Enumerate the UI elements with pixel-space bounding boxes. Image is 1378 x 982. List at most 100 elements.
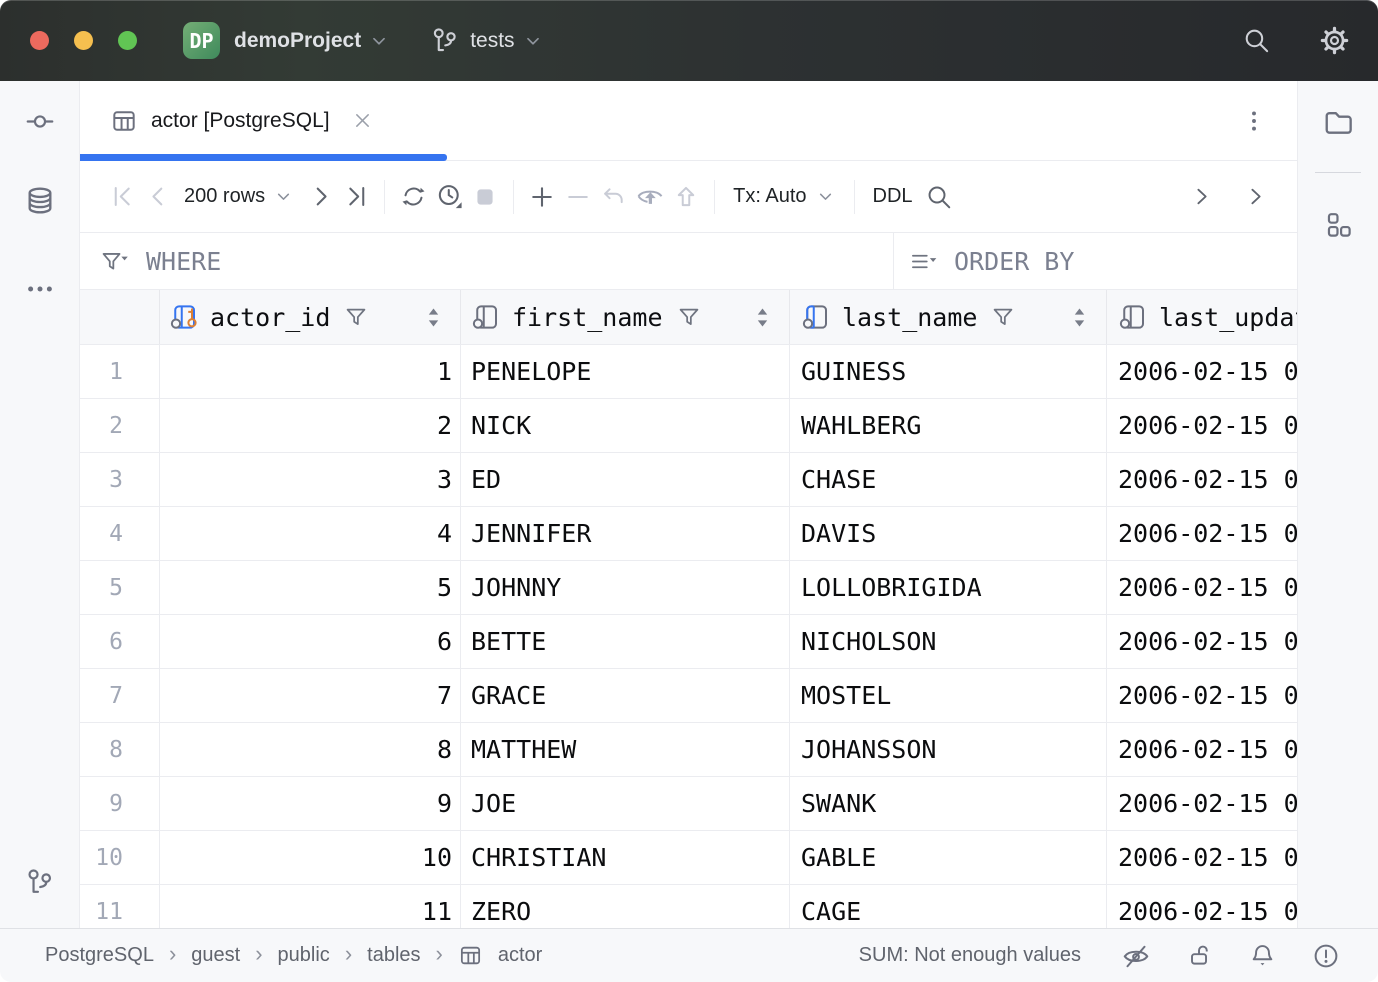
- find-in-grid-icon[interactable]: [921, 180, 957, 214]
- column-filter-icon[interactable]: [343, 304, 369, 330]
- cell-first-name[interactable]: GRACE: [461, 669, 790, 722]
- commit-tool-icon[interactable]: [24, 106, 55, 137]
- column-sort-icon[interactable]: [756, 306, 769, 329]
- where-filter-input[interactable]: WHERE: [80, 233, 893, 289]
- cell-last-name[interactable]: JOHANSSON: [790, 723, 1107, 776]
- cell-last-update[interactable]: 2006-02-15 0: [1107, 885, 1297, 928]
- cell-actor-id[interactable]: 9: [160, 777, 461, 830]
- cell-first-name[interactable]: ED: [461, 453, 790, 506]
- branch-name[interactable]: tests: [470, 29, 514, 53]
- cell-actor-id[interactable]: 6: [160, 615, 461, 668]
- cell-last-update[interactable]: 2006-02-15 0: [1107, 669, 1297, 722]
- cell-last-update[interactable]: 2006-02-15 0: [1107, 399, 1297, 452]
- cell-actor-id[interactable]: 3: [160, 453, 461, 506]
- toolbar-overflow-chevron-icon[interactable]: [1183, 180, 1219, 214]
- column-header-last-name[interactable]: last_name: [790, 290, 1107, 344]
- column-sort-icon[interactable]: [1073, 306, 1086, 329]
- row-number[interactable]: 2: [80, 399, 160, 452]
- settings-gear-icon[interactable]: [1319, 25, 1350, 56]
- cell-last-name[interactable]: WAHLBERG: [790, 399, 1107, 452]
- cell-last-name[interactable]: GUINESS: [790, 345, 1107, 398]
- row-number[interactable]: 1: [80, 345, 160, 398]
- cell-actor-id[interactable]: 4: [160, 507, 461, 560]
- database-tool-icon[interactable]: [23, 184, 56, 217]
- preview-pending-changes-icon[interactable]: [632, 180, 668, 214]
- cell-first-name[interactable]: MATTHEW: [461, 723, 790, 776]
- column-filter-icon[interactable]: [990, 304, 1016, 330]
- cell-first-name[interactable]: ZERO: [461, 885, 790, 928]
- add-row-button[interactable]: [524, 180, 560, 214]
- cell-first-name[interactable]: BETTE: [461, 615, 790, 668]
- next-page-button[interactable]: [302, 180, 338, 214]
- cell-actor-id[interactable]: 8: [160, 723, 461, 776]
- last-page-button[interactable]: [338, 180, 374, 214]
- tab-options-kebab-icon[interactable]: [1241, 108, 1267, 134]
- schedule-refresh-clock-icon[interactable]: [431, 180, 467, 214]
- cell-last-name[interactable]: SWANK: [790, 777, 1107, 830]
- minimize-window-button[interactable]: [74, 31, 93, 50]
- cell-actor-id[interactable]: 5: [160, 561, 461, 614]
- row-number[interactable]: 11: [80, 885, 160, 928]
- order-by-input[interactable]: ORDER BY: [893, 233, 1297, 289]
- project-chevron-down-icon[interactable]: [368, 30, 390, 52]
- cell-last-update[interactable]: 2006-02-15 0: [1107, 615, 1297, 668]
- ddl-button[interactable]: DDL: [873, 185, 913, 208]
- cell-actor-id[interactable]: 7: [160, 669, 461, 722]
- cell-last-update[interactable]: 2006-02-15 0: [1107, 723, 1297, 776]
- more-tools-icon[interactable]: [25, 274, 55, 304]
- cell-last-name[interactable]: CAGE: [790, 885, 1107, 928]
- column-header-actor-id[interactable]: actor_id: [160, 290, 461, 344]
- close-tab-icon[interactable]: [352, 110, 373, 131]
- cell-last-name[interactable]: GABLE: [790, 831, 1107, 884]
- breadcrumb-item-table[interactable]: actor: [498, 944, 542, 967]
- cell-first-name[interactable]: NICK: [461, 399, 790, 452]
- row-number[interactable]: 5: [80, 561, 160, 614]
- cell-actor-id[interactable]: 2: [160, 399, 461, 452]
- cell-first-name[interactable]: JOE: [461, 777, 790, 830]
- hide-toolbar-chevron-icon[interactable]: [1237, 180, 1273, 214]
- git-tool-icon[interactable]: [24, 867, 55, 898]
- cell-first-name[interactable]: JOHNNY: [461, 561, 790, 614]
- cell-last-update[interactable]: 2006-02-15 0: [1107, 831, 1297, 884]
- row-number[interactable]: 7: [80, 669, 160, 722]
- column-header-last-update[interactable]: last_update: [1107, 290, 1297, 344]
- row-number[interactable]: 10: [80, 831, 160, 884]
- page-size-selector[interactable]: 200 rows: [184, 185, 294, 208]
- row-number[interactable]: 6: [80, 615, 160, 668]
- refresh-icon[interactable]: [395, 180, 431, 214]
- cell-last-name[interactable]: CHASE: [790, 453, 1107, 506]
- cell-last-name[interactable]: DAVIS: [790, 507, 1107, 560]
- cell-last-update[interactable]: 2006-02-15 0: [1107, 777, 1297, 830]
- notifications-bell-icon[interactable]: [1248, 941, 1277, 970]
- error-exclamation-icon[interactable]: [1311, 941, 1341, 971]
- column-filter-icon[interactable]: [676, 304, 702, 330]
- cell-actor-id[interactable]: 10: [160, 831, 461, 884]
- row-number[interactable]: 4: [80, 507, 160, 560]
- row-number[interactable]: 3: [80, 453, 160, 506]
- cell-last-update[interactable]: 2006-02-15 0: [1107, 345, 1297, 398]
- breadcrumb-item-datasource[interactable]: PostgreSQL: [45, 944, 154, 967]
- aggregate-status-text[interactable]: SUM: Not enough values: [859, 944, 1081, 967]
- column-header-first-name[interactable]: first_name: [461, 290, 790, 344]
- transaction-mode-selector[interactable]: Tx: Auto: [733, 185, 835, 208]
- cell-last-update[interactable]: 2006-02-15 0: [1107, 453, 1297, 506]
- tab-actor-postgresql[interactable]: actor [PostgreSQL]: [110, 107, 373, 135]
- project-name[interactable]: demoProject: [234, 29, 361, 53]
- cell-actor-id[interactable]: 1: [160, 345, 461, 398]
- cell-last-name[interactable]: LOLLOBRIGIDA: [790, 561, 1107, 614]
- cell-last-name[interactable]: MOSTEL: [790, 669, 1107, 722]
- cell-first-name[interactable]: CHRISTIAN: [461, 831, 790, 884]
- cell-last-update[interactable]: 2006-02-15 0: [1107, 507, 1297, 560]
- cell-last-name[interactable]: NICHOLSON: [790, 615, 1107, 668]
- cell-actor-id[interactable]: 11: [160, 885, 461, 928]
- zoom-window-button[interactable]: [118, 31, 137, 50]
- cell-first-name[interactable]: JENNIFER: [461, 507, 790, 560]
- breadcrumb-item-database[interactable]: guest: [191, 944, 240, 967]
- row-number[interactable]: 9: [80, 777, 160, 830]
- row-number[interactable]: 8: [80, 723, 160, 776]
- first-page-button[interactable]: [104, 180, 140, 214]
- search-everywhere-icon[interactable]: [1242, 26, 1271, 55]
- breadcrumb-item-tables[interactable]: tables: [367, 944, 420, 967]
- aggregate-view-eye-slash-icon[interactable]: [1121, 941, 1151, 971]
- unlocked-padlock-icon[interactable]: [1185, 941, 1214, 970]
